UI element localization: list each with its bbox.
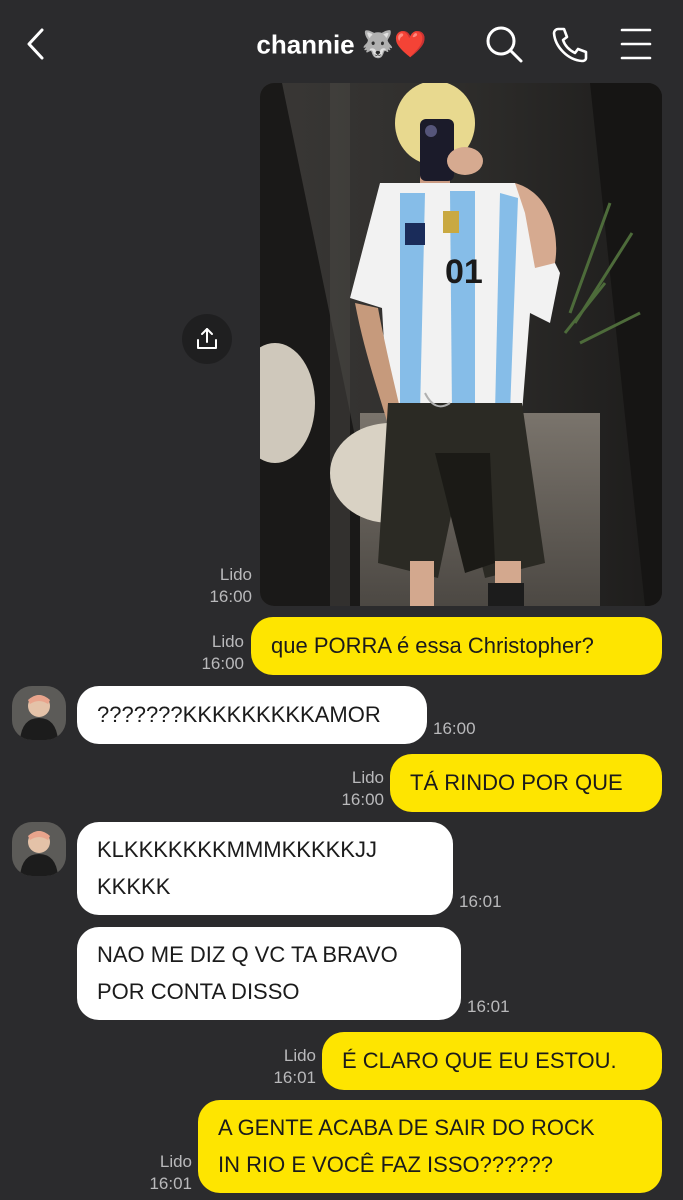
read-receipt: Lido	[219, 565, 252, 584]
message-meta: Lido 16:00	[322, 767, 384, 811]
phone-icon	[552, 27, 588, 63]
photo-message[interactable]: 01	[260, 83, 662, 606]
avatar[interactable]	[12, 822, 66, 876]
message-time: 16:01	[467, 997, 510, 1016]
message-text: É CLARO QUE EU ESTOU.	[342, 1048, 617, 1073]
message-meta: Lido 16:01	[130, 1151, 192, 1195]
mirror-selfie-photo: 01	[260, 83, 662, 606]
message-bubble-outgoing[interactable]: A GENTE ACABA DE SAIR DO ROCK IN RIO E V…	[198, 1100, 662, 1193]
message-time: 16:00	[209, 587, 252, 606]
read-receipt: Lido	[351, 768, 384, 787]
read-receipt: Lido	[159, 1152, 192, 1171]
search-button[interactable]	[482, 22, 526, 66]
message-bubble-incoming[interactable]: ???????KKKKKKKKKAMOR	[77, 686, 427, 744]
search-icon	[486, 26, 523, 63]
message-text: que PORRA é essa Christopher?	[271, 633, 594, 658]
message-meta: Lido 16:00	[190, 564, 252, 608]
share-button[interactable]	[182, 314, 232, 364]
contact-name-emoji: 🐺❤️	[361, 30, 427, 61]
message-bubble-incoming[interactable]: KLKKKKKKKMMMKKKKKJJ KKKKK	[77, 822, 453, 915]
avatar[interactable]	[12, 686, 66, 740]
message-bubble-incoming[interactable]: NAO ME DIZ Q VC TA BRAVO POR CONTA DISSO	[77, 927, 461, 1020]
contact-avatar-photo	[12, 686, 66, 740]
share-upload-icon	[197, 328, 217, 349]
message-time: 16:01	[459, 892, 502, 911]
message-text-line: IN RIO E VOCÊ FAZ ISSO??????	[218, 1152, 554, 1177]
message-text: ???????KKKKKKKKKAMOR	[97, 702, 381, 727]
message-bubble-outgoing[interactable]: É CLARO QUE EU ESTOU.	[322, 1032, 662, 1090]
message-text: TÁ RINDO POR QUE	[410, 770, 623, 795]
read-receipt: Lido	[211, 632, 244, 651]
message-meta: Lido 16:00	[182, 631, 244, 675]
message-time: 16:00	[201, 654, 244, 673]
message-text-line: NAO ME DIZ Q VC TA BRAVO	[97, 942, 398, 967]
message-text-line: POR CONTA DISSO	[97, 979, 300, 1004]
message-bubble-outgoing[interactable]: TÁ RINDO POR QUE	[390, 754, 662, 812]
menu-button[interactable]	[614, 22, 658, 66]
message-text-line: KKKKK	[97, 874, 171, 899]
message-text-line: KLKKKKKKKMMMKKKKKJJ	[97, 837, 377, 862]
message-time: 16:00	[341, 790, 384, 809]
contact-name: channie	[256, 29, 355, 60]
menu-icon	[620, 28, 652, 60]
call-button[interactable]	[548, 22, 592, 66]
chat-header: channie 🐺❤️	[0, 0, 683, 88]
message-bubble-outgoing[interactable]: que PORRA é essa Christopher?	[251, 617, 662, 675]
message-text-line: A GENTE ACABA DE SAIR DO ROCK	[218, 1115, 595, 1140]
message-meta: Lido 16:01	[254, 1045, 316, 1089]
message-time: 16:01	[273, 1068, 316, 1087]
message-time: 16:00	[433, 719, 476, 738]
svg-text:01: 01	[445, 253, 483, 291]
contact-avatar-photo	[12, 822, 66, 876]
message-time: 16:01	[149, 1174, 192, 1193]
read-receipt: Lido	[283, 1046, 316, 1065]
